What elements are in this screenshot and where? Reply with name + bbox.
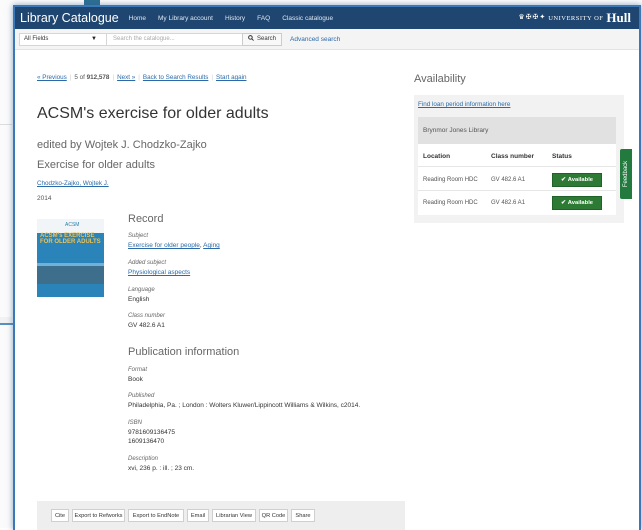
added-subject-value: Physiological aspects (128, 269, 190, 276)
added-subject-label: Added subject (128, 260, 167, 266)
search-button[interactable]: Search (242, 32, 283, 46)
pager-total: 912,578 (86, 74, 110, 81)
column-header-status: Status (552, 153, 572, 160)
column-header-location: Location (423, 153, 451, 160)
description-value: xvi, 236 p. : ill. ; 23 cm. (128, 465, 195, 472)
search-field-select[interactable]: All Fields ▼ (19, 32, 107, 46)
published-label: Published (128, 393, 155, 399)
record-title: ACSM's exercise for older adults (37, 105, 269, 122)
export-refworks-button[interactable]: Export to Refworks (72, 509, 125, 522)
university-logo-name: Hull (606, 10, 631, 25)
availability-heading: Availability (414, 73, 466, 85)
nav-faq[interactable]: FAQ (257, 15, 270, 22)
nav-history[interactable]: History (225, 15, 245, 22)
author-link[interactable]: Chodzko-Zajko, Wojtek J. (37, 180, 109, 187)
back-to-results-link[interactable]: Back to Search Results (143, 74, 208, 81)
university-logo-small-text: UNIVERSITY OF (548, 14, 604, 22)
isbn-label: ISBN (128, 420, 143, 426)
added-subject-link[interactable]: Physiological aspects (128, 269, 190, 276)
search-input[interactable]: Search the catalogue... (107, 32, 243, 46)
format-label: Format (128, 367, 148, 373)
row-2-status-label: Available (567, 200, 594, 206)
record-editor: edited by Wojtek J. Chodzko-Zajko (37, 139, 207, 151)
book-cover-image: ACSM ACSM's EXERCISE FOR OLDER ADULTS (37, 219, 104, 297)
checkmark-icon: ✔ (560, 200, 566, 206)
nav-home[interactable]: Home (129, 15, 146, 22)
email-button[interactable]: Email (187, 509, 209, 522)
pager-position: 5 of (74, 74, 85, 81)
format-value: Book (128, 376, 143, 383)
pager-divider: | (112, 74, 115, 81)
background-divider (0, 124, 12, 125)
table-divider (418, 166, 616, 167)
record-section-heading: Record (128, 213, 164, 225)
availability-panel: Find loan period information here Brynmo… (414, 95, 624, 223)
search-icon (248, 35, 254, 43)
start-again-link[interactable]: Start again (216, 74, 246, 81)
language-value: English (128, 296, 150, 303)
subject-label: Subject (128, 233, 149, 239)
record-actions-bar: Cite Export to Refworks Export to EndNot… (37, 501, 405, 530)
university-logo[interactable]: ♛✠✠✦ UNIVERSITY OF Hull (518, 10, 631, 26)
pager-divider: | (211, 74, 214, 81)
top-navigation-bar: Library Catalogue Home My Library accoun… (15, 7, 639, 29)
crest-icon: ♛✠✠✦ (518, 14, 547, 21)
checkmark-icon: ✔ (560, 177, 566, 183)
class-number-label: Class number (128, 313, 166, 319)
feedback-tab[interactable]: Feedback (620, 149, 632, 199)
table-divider (418, 190, 616, 191)
search-button-label: Search (257, 36, 277, 42)
catalogue-brand-link[interactable]: Library Catalogue (20, 11, 119, 25)
description-label: Description (128, 456, 159, 462)
isbn-value-2: 1609136470 (128, 438, 165, 445)
advanced-search-link[interactable]: Advanced search (290, 36, 340, 43)
search-bar: All Fields ▼ Search the catalogue... Sea… (15, 29, 639, 50)
cover-photo (37, 266, 104, 284)
cover-publisher-logo: ACSM (65, 222, 80, 228)
row-2-status-badge: ✔ Available (552, 196, 602, 210)
nav-my-library-account[interactable]: My Library account (158, 15, 213, 22)
subject-values: Exercise for older people, Aging (128, 242, 220, 249)
publication-section-heading: Publication information (128, 346, 240, 358)
row-1-status-label: Available (567, 177, 594, 183)
isbn-value-1: 9781609136475 (128, 429, 175, 436)
pager-divider: | (69, 74, 72, 81)
subject-link-exercise[interactable]: Exercise for older people (128, 242, 200, 249)
qr-code-button[interactable]: QR Code (259, 509, 288, 522)
subject-link-aging[interactable]: Aging (203, 242, 220, 249)
library-name-header: Brynmor Jones Library (418, 117, 616, 144)
row-1-status-badge: ✔ Available (552, 173, 602, 187)
row-1-location: Reading Room HDC (423, 177, 478, 183)
catalogue-window: Library Catalogue Home My Library accoun… (13, 5, 641, 530)
cite-button[interactable]: Cite (51, 509, 69, 522)
cover-title-text: ACSM's EXERCISE FOR OLDER ADULTS (40, 233, 101, 245)
feedback-label: Feedback (623, 160, 630, 188)
background-accent-line (0, 323, 14, 325)
search-field-value: All Fields (24, 36, 49, 42)
nav-classic-catalogue[interactable]: Classic catalogue (282, 15, 333, 22)
published-value: Philadelphia, Pa. ; London : Wolters Klu… (128, 402, 361, 409)
row-1-class-number: GV 482.6 A1 (491, 177, 526, 183)
loan-period-link[interactable]: Find loan period information here (418, 101, 510, 108)
previous-link[interactable]: « Previous (37, 74, 67, 81)
row-2-class-number: GV 482.6 A1 (491, 200, 526, 206)
export-endnote-button[interactable]: Export to EndNote (128, 509, 184, 522)
librarian-view-button[interactable]: Librarian View (212, 509, 256, 522)
dropdown-caret-icon: ▼ (91, 35, 97, 42)
language-label: Language (128, 287, 155, 293)
holdings-table: Location Class number Status Reading Roo… (418, 144, 616, 215)
pager-divider: | (138, 74, 140, 81)
next-link[interactable]: Next » (117, 74, 135, 81)
row-2-location: Reading Room HDC (423, 200, 478, 206)
record-series-title: Exercise for older adults (37, 159, 155, 171)
share-button[interactable]: Share (291, 509, 315, 522)
record-year: 2014 (37, 195, 52, 202)
record-pager: « Previous | 5 of 912,578 | Next » | Back to S… (37, 74, 246, 81)
column-header-class-number: Class number (491, 153, 534, 160)
class-number-value: GV 482.6 A1 (128, 322, 165, 329)
